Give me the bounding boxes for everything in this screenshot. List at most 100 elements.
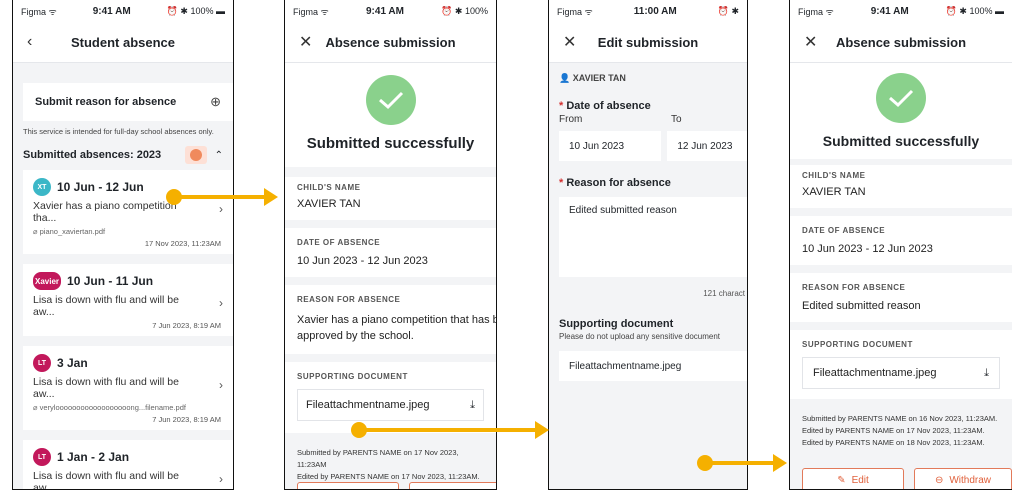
submission-log: Submitted by PARENTS NAME on 16 Nov 2023… xyxy=(790,399,1012,449)
success-panel: Submitted successfully xyxy=(285,63,496,167)
document-attachment[interactable]: Fileattachmentname.jpeg xyxy=(559,351,747,381)
date-value: 10 Jun 2023 - 12 Jun 2023 xyxy=(802,243,933,255)
page-title: Absence submission xyxy=(325,34,456,50)
absence-reason: Lisa is down with flu and will be aw... xyxy=(33,470,179,490)
from-date-input[interactable]: 10 Jun 2023 xyxy=(559,131,662,161)
absence-list-item[interactable]: Xavier 10 Jun - 11 Jun Lisa is down with f… xyxy=(23,264,233,336)
reason-label: * Reason for absence xyxy=(559,177,671,189)
date-label: DATE OF ABSENCE xyxy=(802,226,886,235)
absence-dates: 10 Jun - 12 Jun xyxy=(57,180,144,194)
child-name: XAVIER TAN xyxy=(802,186,866,198)
chevron-up-icon[interactable]: ⌃ xyxy=(215,150,223,161)
absence-reason: Lisa is down with flu and will be aw... xyxy=(33,376,179,400)
paperclip-icon: ⌀ xyxy=(33,403,38,412)
doc-label: SUPPORTING DOCUMENT xyxy=(297,372,408,381)
submitted-header: Submitted absences: 2023 xyxy=(23,149,162,161)
absence-list-item[interactable]: LT 3 Jan Lisa is down with flu and will be… xyxy=(23,346,233,430)
success-panel: Submitted successfully xyxy=(790,63,1012,159)
screen-edit-submission: Figma ᯤ 11:00 AM ⏰ ✱ ✕ Edit submission 👤… xyxy=(548,0,748,490)
attachment-chip: ⌀ piano_xaviertan.pdf xyxy=(33,227,106,236)
absence-list: XT 10 Jun - 12 Jun Xavier has a piano comp… xyxy=(13,170,233,490)
document-attachment[interactable]: Fileattachmentname.jpeg ⤓ xyxy=(802,357,1000,389)
withdraw-button[interactable]: ⊖ Withdraw xyxy=(914,468,1012,489)
children-filter-icon[interactable] xyxy=(184,146,207,164)
edit-button[interactable]: ✎ Edit xyxy=(802,468,904,489)
clock: 11:00 AM xyxy=(633,5,677,17)
withdraw-button[interactable] xyxy=(409,482,496,489)
submit-reason-button[interactable]: Submit reason for absence ⊕ xyxy=(23,83,233,121)
person-icon: 👤 xyxy=(559,73,571,83)
doc-hint: Please do not upload any sensitive docum… xyxy=(559,332,720,341)
battery-indicator: ⏰ ✱ 100% ▬ xyxy=(166,5,225,16)
child-name: XAVIER TAN xyxy=(297,198,361,210)
edit-button[interactable] xyxy=(297,482,399,489)
flow-arrow-edit-to-updated xyxy=(697,454,787,472)
absence-list-item[interactable]: XT 10 Jun - 12 Jun Xavier has a piano comp… xyxy=(23,170,233,254)
doc-file-name: Fileattachmentname.jpeg xyxy=(306,399,430,411)
page-title: Absence submission xyxy=(835,34,967,50)
close-icon[interactable]: ✕ xyxy=(563,32,576,52)
absence-dates: 1 Jan - 2 Jan xyxy=(57,450,130,464)
to-label: To xyxy=(671,114,682,125)
success-title: Submitted successfully xyxy=(306,135,475,152)
carrier: Figma ᯤ xyxy=(557,6,593,17)
service-notice: This service is intended for full-day sc… xyxy=(23,127,214,136)
close-icon[interactable]: ✕ xyxy=(299,32,312,52)
to-date-input[interactable]: 12 Jun 2023 xyxy=(667,131,747,161)
document-section: SUPPORTING DOCUMENT Fileattachmentname.j… xyxy=(285,362,496,433)
battery-indicator: ⏰ ✱ 100% ▬ xyxy=(945,5,1004,16)
download-icon[interactable]: ⤓ xyxy=(984,367,989,380)
reason-value: Xavier has a piano competition that has … xyxy=(297,314,497,342)
pencil-icon: ✎ xyxy=(837,474,846,486)
reason-textarea[interactable]: Edited submitted reason xyxy=(559,197,747,277)
nav-bar: ✕ Absence submission xyxy=(790,22,1012,63)
document-attachment[interactable]: Fileattachmentname.jpeg ⤓ xyxy=(297,389,484,421)
absence-list-item[interactable]: LT 1 Jan - 2 Jan Lisa is down with flu and… xyxy=(23,440,233,490)
battery-indicator: ⏰ ✱ 100% xyxy=(441,5,488,16)
clock: 9:41 AM xyxy=(365,5,404,17)
log-edited-2: Edited by PARENTS NAME on 18 Nov 2023, 1… xyxy=(802,438,985,447)
download-icon[interactable]: ⤓ xyxy=(470,399,475,412)
check-circle-icon xyxy=(876,73,926,123)
back-icon[interactable]: ‹ xyxy=(27,33,32,51)
close-icon[interactable]: ✕ xyxy=(804,32,817,52)
student-name: XAVIER TAN xyxy=(572,73,626,83)
withdraw-label: Withdraw xyxy=(949,474,992,486)
child-avatar: LT xyxy=(33,448,51,466)
submitted-time: 17 Nov 2023, 11:23AM xyxy=(144,239,221,248)
character-count: 121 charact xyxy=(703,289,745,298)
status-bar: Figma ᯤ 9:41 AM ⏰ ✱ 100% xyxy=(285,0,496,22)
from-label: From xyxy=(559,114,583,125)
carrier: Figma ᯤ xyxy=(798,6,834,17)
child-label: CHILD'S NAME xyxy=(297,183,361,192)
nav-bar: ‹ Student absence xyxy=(13,22,233,63)
date-section: DATE OF ABSENCE 10 Jun 2023 - 12 Jun 202… xyxy=(285,228,496,277)
log-submitted: Submitted by PARENTS NAME on 16 Nov 2023… xyxy=(802,414,998,423)
absence-reason: Xavier has a piano competition tha... xyxy=(33,200,177,224)
child-avatar: XT xyxy=(33,178,51,196)
nav-bar: ✕ Absence submission xyxy=(285,22,496,63)
chevron-right-icon: › xyxy=(219,378,223,392)
carrier: Figma ᯤ xyxy=(21,6,57,17)
reason-section: REASON FOR ABSENCE Edited submitted reas… xyxy=(790,273,1012,322)
date-label: DATE OF ABSENCE xyxy=(297,238,381,247)
log-submitted: Submitted by PARENTS NAME on 17 Nov 2023… xyxy=(297,448,459,469)
doc-label: Supporting document xyxy=(559,318,674,330)
child-avatar: Xavier xyxy=(33,272,62,290)
flow-arrow-list-to-detail xyxy=(166,188,278,206)
status-bar: Figma ᯤ 9:41 AM ⏰ ✱ 100% ▬ xyxy=(13,0,233,22)
paperclip-icon: ⌀ xyxy=(33,227,38,236)
absence-dates: 10 Jun - 11 Jun xyxy=(67,274,154,288)
edit-label: Edit xyxy=(851,474,869,486)
submitted-time: 7 Jun 2023, 8:19 AM xyxy=(152,415,221,424)
carrier: Figma ᯤ xyxy=(293,6,329,17)
minus-circle-icon: ⊖ xyxy=(934,474,944,486)
reason-value: Edited submitted reason xyxy=(802,300,921,312)
clock: 9:41 AM xyxy=(92,5,131,17)
doc-label: SUPPORTING DOCUMENT xyxy=(802,340,913,349)
reason-label: REASON FOR ABSENCE xyxy=(802,283,906,292)
attachment-chip: ⌀ veryloooooooooooooooooong...filename.p… xyxy=(33,403,186,412)
date-value: 10 Jun 2023 - 12 Jun 2023 xyxy=(297,255,428,267)
clock: 9:41 AM xyxy=(870,5,909,17)
child-section: CHILD'S NAME XAVIER TAN xyxy=(790,165,1012,208)
